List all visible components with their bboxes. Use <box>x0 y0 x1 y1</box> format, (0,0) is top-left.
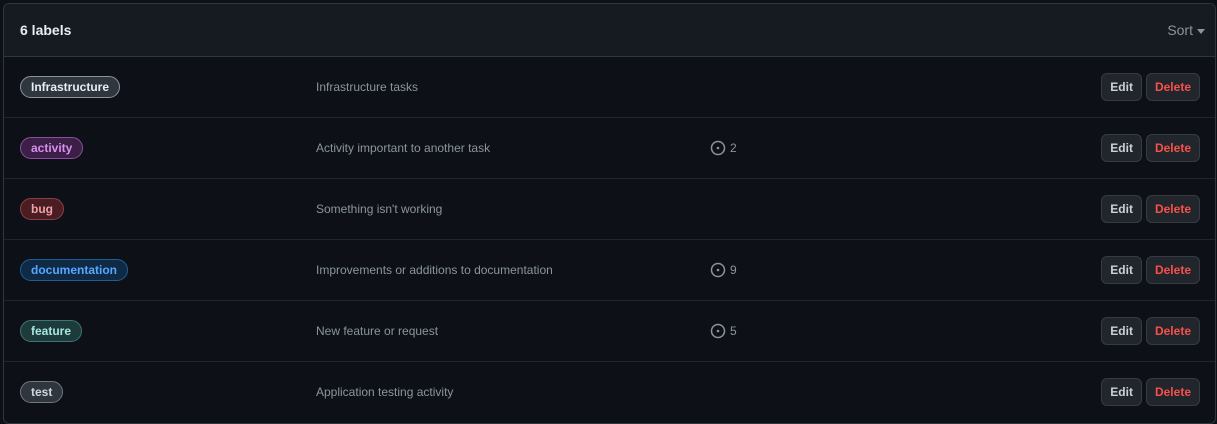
label-actions: Edit Delete <box>1101 317 1200 345</box>
label-actions: Edit Delete <box>1101 256 1200 284</box>
sort-label: Sort <box>1167 22 1193 38</box>
labels-count: 6 labels <box>20 22 72 38</box>
label-pill[interactable]: documentation <box>20 259 128 281</box>
edit-button[interactable]: Edit <box>1101 73 1142 101</box>
label-row: Infrastructure Infrastructure tasks Edit De… <box>4 57 1215 118</box>
open-issues-count: 9 <box>730 263 737 277</box>
label-description: New feature or request <box>316 324 439 338</box>
label-description: Infrastructure tasks <box>316 80 419 94</box>
open-issues-count: 2 <box>730 141 737 155</box>
label-actions: Edit Delete <box>1101 378 1200 406</box>
open-issues-link[interactable]: 5 <box>710 323 737 339</box>
edit-button[interactable]: Edit <box>1101 195 1142 223</box>
label-pill[interactable]: Infrastructure <box>20 76 121 98</box>
label-actions: Edit Delete <box>1101 195 1200 223</box>
label-description: Activity important to another task <box>316 141 491 155</box>
edit-button[interactable]: Edit <box>1101 256 1142 284</box>
label-description: Application testing activity <box>316 385 454 399</box>
label-row: feature New feature or request 5 Edit Delete <box>4 301 1215 362</box>
delete-button[interactable]: Delete <box>1145 73 1200 101</box>
label-row: bug Something isn't working Edit Delete <box>4 179 1215 240</box>
label-row: activity Activity important to another ta… <box>4 118 1215 179</box>
edit-button[interactable]: Edit <box>1101 317 1142 345</box>
open-issues-link[interactable]: 2 <box>710 140 737 156</box>
labels-list: Infrastructure Infrastructure tasks Edit De… <box>4 57 1215 422</box>
label-actions: Edit Delete <box>1101 73 1200 101</box>
delete-button[interactable]: Delete <box>1145 195 1200 223</box>
label-pill[interactable]: test <box>20 381 64 403</box>
issue-opened-icon <box>710 262 726 278</box>
sort-dropdown[interactable]: Sort <box>1167 22 1205 38</box>
label-pill[interactable]: feature <box>20 320 83 342</box>
label-description: Improvements or additions to documentati… <box>316 263 553 277</box>
labels-list-box: 6 labels Sort Infrastructure Infrastructu… <box>3 3 1216 424</box>
open-issues-link[interactable]: 9 <box>710 262 737 278</box>
label-row: documentation Improvements or additions t… <box>4 240 1215 301</box>
label-actions: Edit Delete <box>1101 134 1200 162</box>
delete-button[interactable]: Delete <box>1145 256 1200 284</box>
delete-button[interactable]: Delete <box>1145 134 1200 162</box>
delete-button[interactable]: Delete <box>1145 317 1200 345</box>
labels-list-header: 6 labels Sort <box>4 4 1215 57</box>
label-row: test Application testing activity Edit Dele… <box>4 362 1215 422</box>
edit-button[interactable]: Edit <box>1101 134 1142 162</box>
open-issues-count: 5 <box>730 324 737 338</box>
label-pill[interactable]: activity <box>20 137 84 159</box>
issue-opened-icon <box>710 323 726 339</box>
label-description: Something isn't working <box>316 202 443 216</box>
delete-button[interactable]: Delete <box>1145 378 1200 406</box>
label-pill[interactable]: bug <box>20 198 64 220</box>
issue-opened-icon <box>710 140 726 156</box>
edit-button[interactable]: Edit <box>1101 378 1142 406</box>
caret-down-icon <box>1197 28 1205 34</box>
